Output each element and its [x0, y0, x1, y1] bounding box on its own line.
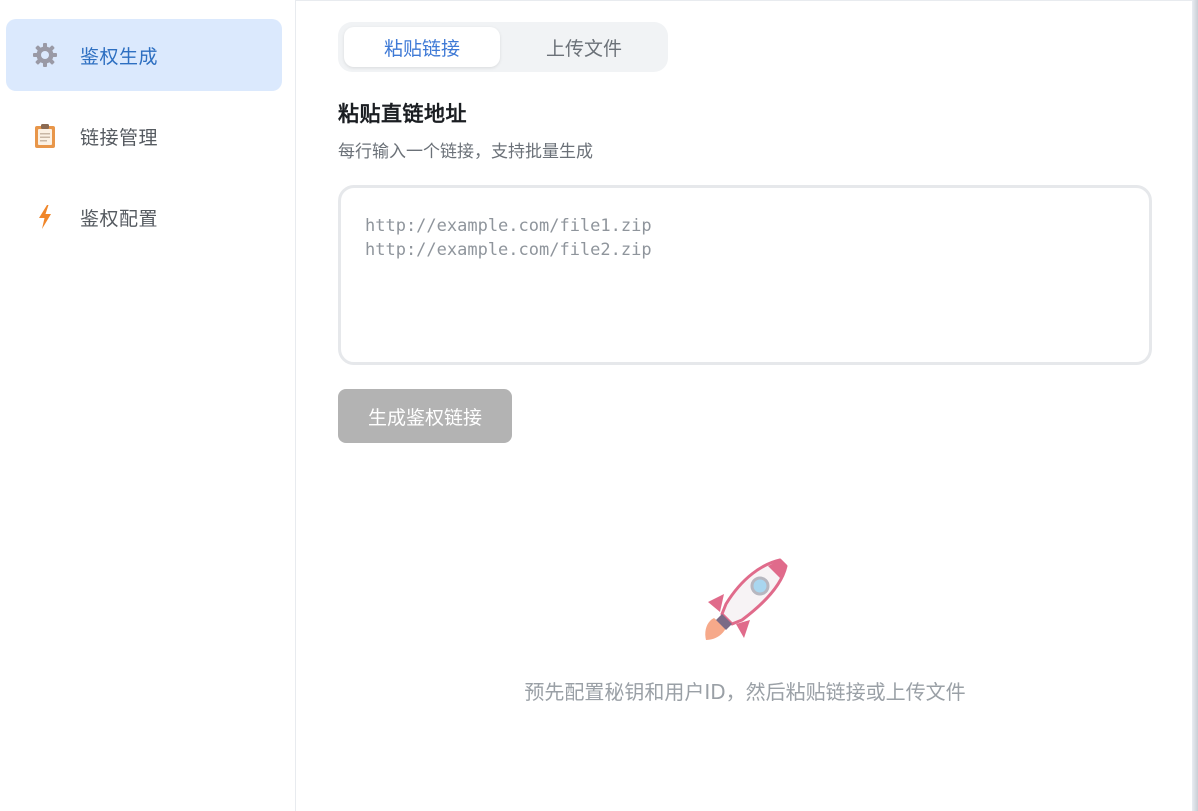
empty-state-text: 预先配置秘钥和用户ID，然后粘贴链接或上传文件: [524, 680, 966, 704]
tab-paste-link[interactable]: 粘贴链接: [344, 27, 500, 67]
sidebar-item-label: 鉴权配置: [80, 207, 159, 230]
gear-icon: [30, 40, 60, 70]
tab-upload-file[interactable]: 上传文件: [506, 27, 662, 67]
sidebar-item-label: 链接管理: [80, 126, 159, 149]
sidebar-item-auth-generate[interactable]: 鉴权生成: [6, 19, 282, 91]
window-edge: [1192, 0, 1198, 811]
source-tabs: 粘贴链接 上传文件: [338, 22, 668, 72]
section-title: 粘贴直链地址: [338, 102, 467, 126]
sidebar-item-auth-config[interactable]: 鉴权配置: [6, 181, 282, 253]
sidebar-item-label: 鉴权生成: [80, 45, 159, 68]
sidebar: 鉴权生成 链接管理 鉴权配置: [0, 0, 296, 811]
app-window: 鉴权生成 链接管理 鉴权配置 粘贴链接 上传文件 粘贴直链地址 每行输入一个链接…: [0, 0, 1198, 811]
lightning-icon: [30, 202, 60, 232]
clipboard-icon: [30, 121, 60, 151]
url-textarea[interactable]: [338, 185, 1152, 365]
top-divider: [296, 0, 1198, 1]
sidebar-item-link-management[interactable]: 链接管理: [6, 100, 282, 172]
generate-auth-link-button[interactable]: 生成鉴权链接: [338, 389, 512, 443]
rocket-icon: [700, 556, 792, 648]
section-subtitle: 每行输入一个链接，支持批量生成: [338, 142, 593, 162]
